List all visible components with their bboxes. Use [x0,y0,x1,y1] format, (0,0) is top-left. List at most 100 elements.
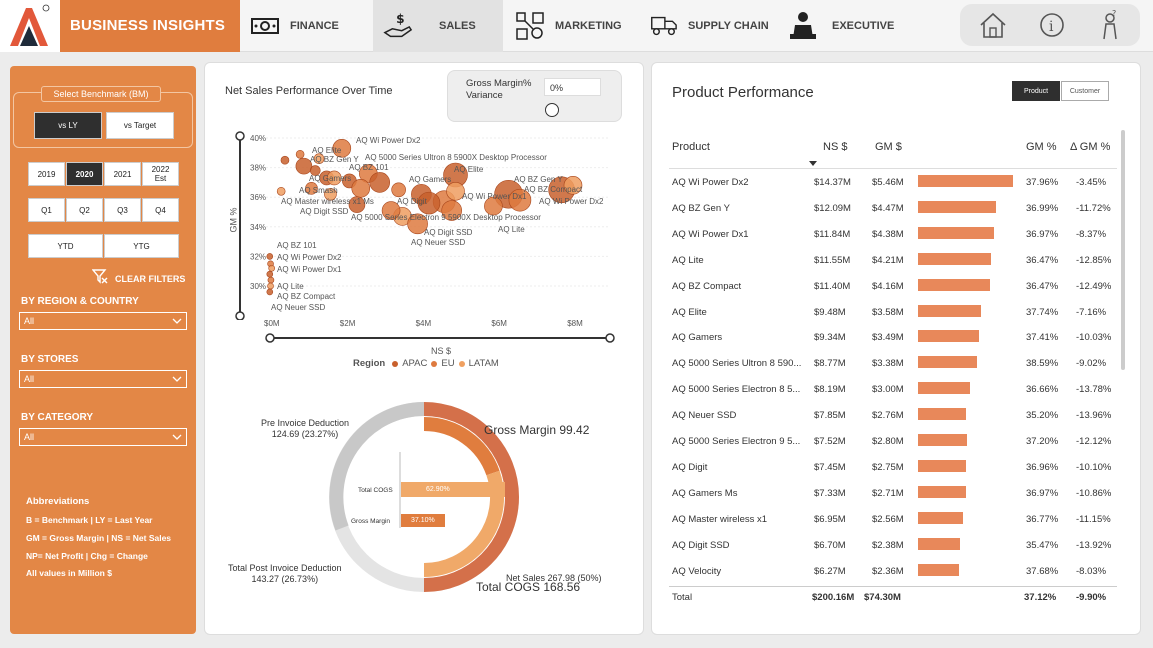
gm-pct-value: 35.47% [1026,539,1059,551]
scatter-title: Net Sales Performance Over Time [225,85,393,97]
nav-finance[interactable]: FINANCE [250,0,370,52]
chevron-down-icon [172,374,182,384]
quarter-q2-button[interactable]: Q2 [66,198,103,222]
home-icon[interactable] [978,11,1008,44]
gm-value: $2.80M [872,436,904,447]
scatter-point[interactable] [295,149,305,159]
scatter-point[interactable] [391,182,406,198]
ytg-button[interactable]: YTG [104,234,179,258]
table-row[interactable]: AQ 5000 Series Electron 9 5... $7.52M $2.8… [672,428,1120,454]
info-icon[interactable]: i [1038,11,1066,44]
table-row[interactable]: AQ Gamers $9.34M $3.49M 37.41% -10.03% [672,324,1120,350]
table-row[interactable]: AQ 5000 Series Electron 8 5... $8.19M $3.0… [672,376,1120,402]
gm-value: $4.16M [872,280,904,292]
gm-pct-value: 37.20% [1026,436,1059,447]
column-header-product[interactable]: Product [672,141,710,153]
table-row[interactable]: AQ Elite $9.48M $3.58M 37.74% -7.16% [672,299,1120,325]
customer-toggle-button[interactable]: Customer [1061,81,1109,101]
nav-supply-chain[interactable]: SUPPLY CHAIN [648,0,778,52]
scatter-point[interactable] [351,179,371,198]
gm-pct-value: 38.59% [1026,358,1059,370]
product-name: AQ 5000 Series Ultron 8 590... [672,358,802,370]
quarter-q1-button[interactable]: Q1 [28,198,65,222]
table-row[interactable]: AQ BZ Compact $11.40M $4.16M 36.47% -12.49% [672,273,1120,299]
gm-bar [918,434,968,446]
nav-sales[interactable]: $ SALES [373,0,503,52]
scatter-point[interactable] [280,155,290,165]
save-button[interactable]: Save [1043,574,1066,585]
column-header-gm-pct[interactable]: GM % [1026,141,1057,153]
gm-value: $2.71M [872,487,904,499]
point-label: AQ 5000 Series Ultron 8 5900X Desktop Pr… [365,153,547,162]
scatter-point[interactable] [369,172,390,193]
post-invoice-value: 143.27 (26.73%) [251,574,319,584]
category-dropdown[interactable]: All [19,428,187,446]
table-scrollbar[interactable] [1121,130,1125,370]
point-label: AQ Master wireless x1 Ms [281,197,374,206]
quarter-q3-button[interactable]: Q3 [104,198,141,222]
gm-value: $4.47M [872,202,904,214]
gm-variance-input[interactable]: 0% [544,78,601,96]
nav-executive[interactable]: EXECUTIVE [788,0,908,52]
gm-pct-value: 36.97% [1026,228,1059,240]
ytd-button[interactable]: YTD [28,234,103,258]
ns-value: $7.33M [814,487,846,499]
stores-dropdown[interactable]: All [19,370,187,388]
abbreviation-line: B = Benchmark | LY = Last Year [26,515,153,525]
utility-toolbar: i ? [960,4,1140,46]
year-2020-button[interactable]: 2020 [66,162,103,186]
scatter-point[interactable] [268,264,275,272]
x-axis-range-slider[interactable] [264,331,616,345]
scatter-point[interactable] [266,253,274,260]
ns-value: $11.84M [814,228,851,240]
gm-variance-slider-handle[interactable] [545,103,559,117]
help-person-icon[interactable]: ? [1098,9,1122,46]
quarter-q4-button[interactable]: Q4 [142,198,179,222]
vs-target-button[interactable]: vs Target [106,112,174,139]
point-label: AQ BZ 101 [349,163,389,172]
scatter-point[interactable] [267,276,275,284]
region-dropdown[interactable]: All [19,312,187,330]
column-header-delta-gm-pct[interactable]: Δ GM % [1070,141,1110,153]
year-2022-est-button[interactable]: 2022 Est [142,162,179,186]
column-header-ns[interactable]: NS $ [823,141,847,153]
hand-money-icon: $ [383,11,413,41]
year-2021-button[interactable]: 2021 [104,162,141,186]
delta-gm-value: -8.37% [1076,228,1107,240]
table-row[interactable]: AQ Lite $11.55M $4.21M 36.47% -12.85% [672,247,1120,273]
product-name: AQ Digit [672,461,708,473]
ns-value: $6.95M [814,513,846,525]
nav-marketing[interactable]: MARKETING [515,0,640,52]
ns-value: $7.85M [814,410,846,422]
chevron-down-icon [172,432,182,442]
scatter-point[interactable] [266,288,274,296]
scatter-point[interactable] [267,282,274,290]
y-axis-range-slider[interactable] [233,130,247,321]
table-row[interactable]: AQ Master wireless x1 $6.95M $2.56M 36.77% -… [672,506,1120,532]
delta-gm-value: -9.02% [1076,358,1107,370]
clear-filters-button[interactable]: CLEAR FILTERS [91,268,185,289]
abbreviation-line: All values in Million $ [26,568,112,578]
table-row[interactable]: AQ BZ Gen Y $12.09M $4.47M 36.99% -11.72% [672,195,1120,221]
table-row[interactable]: AQ Wi Power Dx2 $14.37M $5.46M 37.96% -3.45% [672,169,1120,195]
gm-value: $3.38M [872,358,904,370]
column-header-gm[interactable]: GM $ [875,141,902,153]
scatter-point[interactable] [266,270,274,278]
table-row[interactable]: AQ Neuer SSD $7.85M $2.76M 35.20% -13.96% [672,402,1120,428]
post-invoice-label: Total Post Invoice Deduction 143.27 (26.… [228,563,342,585]
point-label: AQ Elite [312,146,342,155]
gm-pct-value: 36.47% [1026,280,1059,292]
nav-executive-label: EXECUTIVE [832,20,895,32]
product-toggle-button[interactable]: Product [1012,81,1060,101]
product-name: AQ Master wireless x1 [672,513,768,525]
vs-ly-button[interactable]: vs LY [34,112,102,139]
table-row[interactable]: AQ Digit $7.45M $2.75M 36.96% -10.10% [672,454,1120,480]
point-label: AQ Digit [397,197,428,206]
table-row[interactable]: AQ 5000 Series Ultron 8 590... $8.77M $3.3… [672,350,1120,376]
year-2019-button[interactable]: 2019 [28,162,65,186]
point-label: AQ BZ Compact [277,292,336,301]
table-row[interactable]: AQ Wi Power Dx1 $11.84M $4.38M 36.97% -8.37% [672,221,1120,247]
table-row[interactable]: AQ Gamers Ms $7.33M $2.71M 36.97% -10.86% [672,480,1120,506]
scatter-point[interactable] [276,186,286,196]
table-row[interactable]: AQ Digit SSD $6.70M $2.38M 35.47% -13.92% [672,532,1120,558]
